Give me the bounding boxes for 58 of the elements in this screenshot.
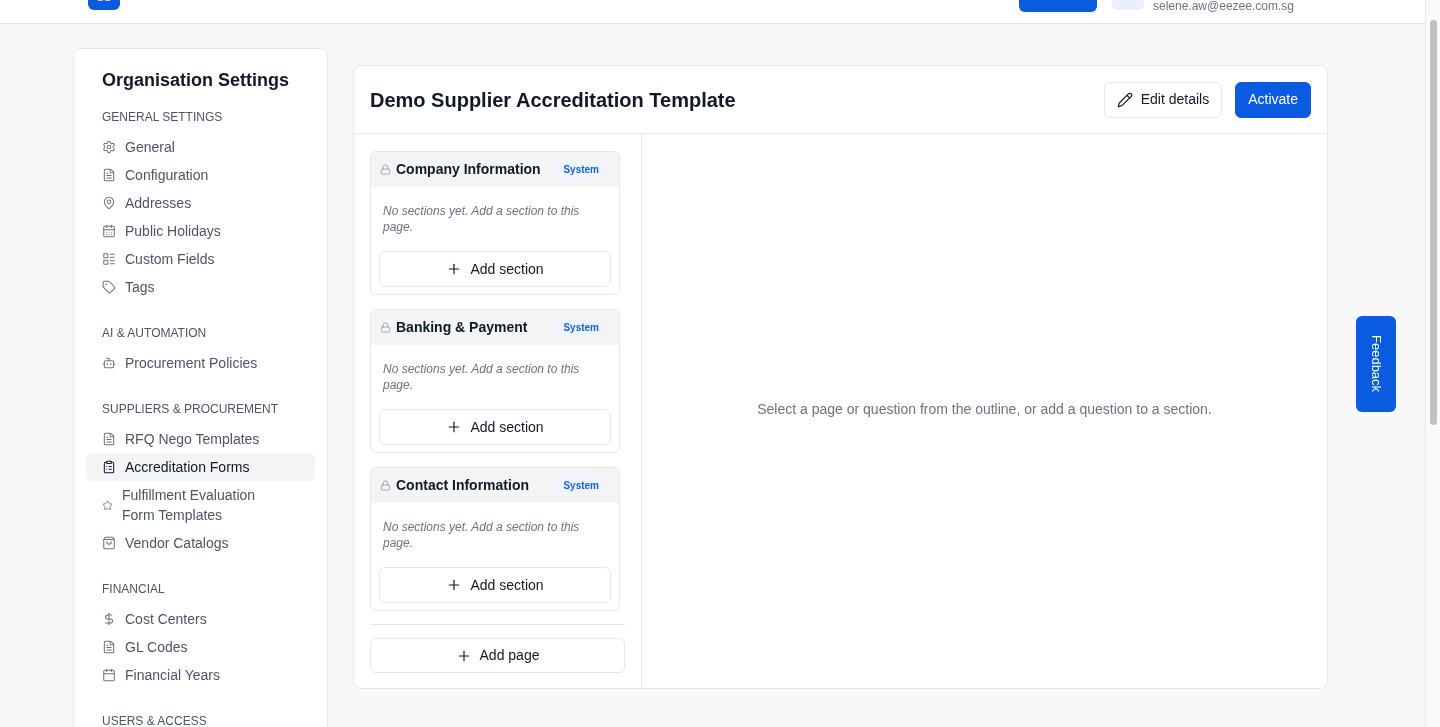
calendar-icon xyxy=(102,224,116,238)
section-heading: FINANCIAL xyxy=(102,581,166,597)
page-title: Company Information xyxy=(396,160,542,179)
page-card-header[interactable]: Company Information System xyxy=(371,152,619,187)
scrollbar-thumb[interactable] xyxy=(1429,20,1437,425)
sidebar-item[interactable]: Custom Fields xyxy=(86,245,315,273)
sidebar-item[interactable]: Tags xyxy=(86,273,315,301)
sidebar-item[interactable]: General xyxy=(86,133,315,161)
sidebar-item[interactable]: Accreditation Forms xyxy=(86,453,315,481)
empty-message: No sections yet. Add a section to this page. xyxy=(381,203,581,235)
sidebar-item[interactable]: Financial Years xyxy=(86,661,315,689)
settings-icon xyxy=(102,140,116,154)
template-title: Demo Supplier Accreditation Template xyxy=(370,87,736,113)
edit-button[interactable]: Edit details xyxy=(1103,81,1223,118)
sidebar-item[interactable]: Addresses xyxy=(86,189,315,217)
add-section-button[interactable]: Add section xyxy=(379,567,611,603)
sidebar-item[interactable]: Public Holidays xyxy=(86,217,315,245)
document-icon xyxy=(102,168,116,182)
calendar-icon xyxy=(102,668,116,682)
page-card-header[interactable]: Contact Information System xyxy=(371,468,619,503)
shopping-bag-icon xyxy=(102,536,116,550)
page-title: Banking & Payment xyxy=(396,318,529,337)
empty-message: No sections yet. Add a section to this page. xyxy=(381,361,581,393)
clipboard-icon xyxy=(102,460,116,474)
list-icon xyxy=(102,252,116,266)
document-icon xyxy=(102,640,116,654)
user-email: selene.aw@eezee.com.sg xyxy=(1153,0,1294,12)
sidebar-title: Organisation Settings xyxy=(102,69,291,92)
section-heading: GENERAL SETTINGS xyxy=(102,109,224,125)
feedback-button[interactable]: Feedback xyxy=(1356,316,1396,412)
add-section-button[interactable]: Add section xyxy=(379,251,611,287)
sidebar-item[interactable]: GL Codes xyxy=(86,633,315,661)
system-badge: System xyxy=(557,477,605,494)
add-page-button[interactable]: Add page xyxy=(370,638,625,673)
sidebar-item[interactable]: Cost Centers xyxy=(86,605,315,633)
robot-icon xyxy=(102,356,116,370)
page-title: Contact Information xyxy=(396,476,530,495)
tag-icon xyxy=(102,280,116,294)
activate-button[interactable]: Activate xyxy=(1235,81,1311,118)
section-heading: AI & AUTOMATION xyxy=(102,325,208,341)
empty-state-message: Select a page or question from the outline, or add a question to a section. xyxy=(757,399,1212,419)
section-heading: SUPPLIERS & PROCUREMENT xyxy=(102,401,280,417)
empty-message: No sections yet. Add a section to this page. xyxy=(381,519,581,551)
section-heading: USERS & ACCESS xyxy=(102,713,208,727)
dollar-sign-icon xyxy=(102,612,116,626)
sidebar-item[interactable]: Configuration xyxy=(86,161,315,189)
pencil-icon xyxy=(1116,91,1133,108)
system-badge: System xyxy=(557,319,605,336)
sidebar-item[interactable]: Vendor Catalogs xyxy=(86,529,315,557)
sidebar-item[interactable]: Procurement Policies xyxy=(86,349,315,377)
star-icon xyxy=(102,499,113,511)
sidebar-item[interactable]: Fulfillment Evaluation Form Templates xyxy=(86,481,315,529)
document-icon xyxy=(102,432,116,446)
page-card-header[interactable]: Banking & Payment System xyxy=(371,310,619,345)
map-pin-icon xyxy=(102,196,116,210)
sidebar-item[interactable]: RFQ Nego Templates xyxy=(86,425,315,453)
system-badge: System xyxy=(557,161,605,178)
add-section-button[interactable]: Add section xyxy=(379,409,611,445)
